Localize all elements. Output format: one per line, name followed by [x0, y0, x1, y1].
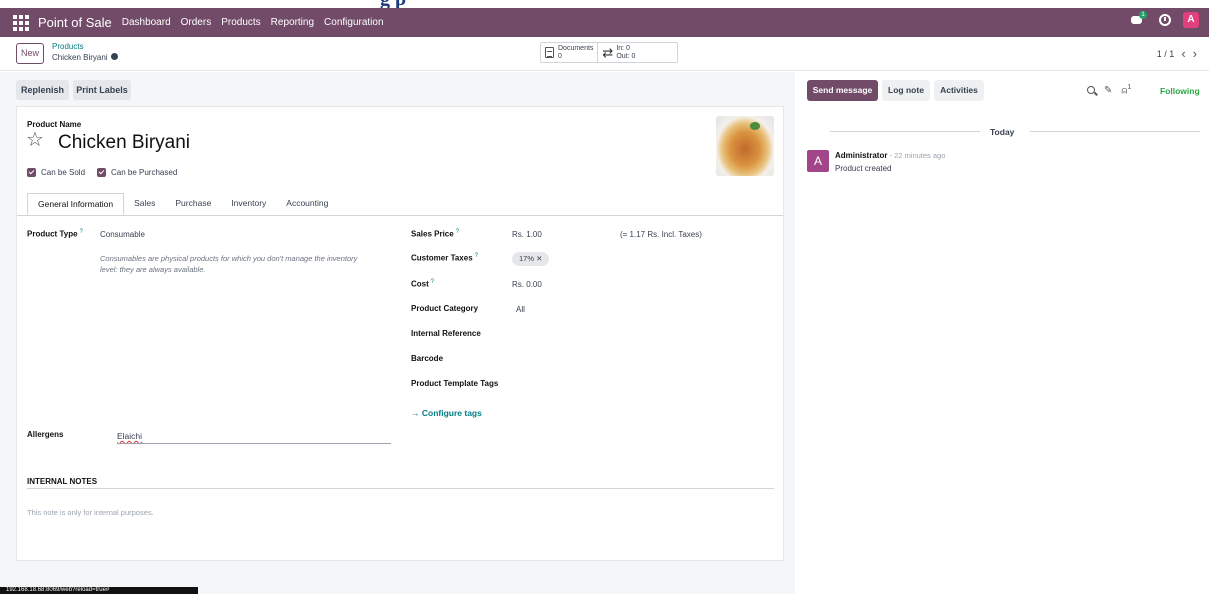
smart-buttons: Documents 0 ⇄ In: 0 Out: 0 — [540, 42, 678, 63]
activities-button[interactable]: Activities — [934, 80, 984, 101]
pager: 1 / 1 ‹ › — [1157, 47, 1197, 60]
print-labels-button[interactable]: Print Labels — [73, 80, 131, 100]
messaging-icon[interactable]: 1 — [1131, 11, 1147, 27]
customer-taxes-label: Customer Taxes? — [411, 253, 478, 263]
allergens-input[interactable]: Elaichi — [117, 431, 142, 441]
new-button[interactable]: New — [16, 43, 44, 64]
cost-input[interactable]: Rs. 0.00 — [512, 280, 542, 289]
tax-tag[interactable]: 17% ✕ — [512, 252, 550, 266]
product-template-tags-label: Product Template Tags — [411, 379, 499, 388]
breadcrumb-products[interactable]: Products — [52, 42, 84, 51]
documents-smart-button[interactable]: Documents 0 — [541, 43, 597, 62]
apps-menu-icon[interactable] — [13, 14, 29, 31]
in-out-smart-button[interactable]: ⇄ In: 0 Out: 0 — [597, 43, 639, 62]
internal-notes-input[interactable]: This note is only for internal purposes. — [27, 508, 154, 517]
allergens-label: Allergens — [27, 430, 64, 439]
product-type-note: Consumables are physical products for wh… — [100, 254, 358, 274]
send-message-button[interactable]: Send message — [807, 80, 878, 101]
can-be-sold-checkbox[interactable]: Can be Sold — [27, 168, 85, 177]
tab-general-information[interactable]: General Information — [27, 193, 125, 215]
help-icon[interactable]: ? — [456, 229, 459, 235]
barcode-label: Barcode — [411, 354, 444, 363]
top-navbar: Point of Sale Dashboard Orders Products … — [0, 8, 1209, 37]
product-type-select[interactable]: Consumable — [100, 230, 145, 239]
breadcrumb-current-label: Chicken Biryani — [52, 53, 108, 62]
activity-clock-icon[interactable] — [1159, 14, 1171, 26]
app-brand[interactable]: Point of Sale — [38, 15, 112, 30]
message-body: Product created — [835, 164, 892, 173]
log-note-button[interactable]: Log note — [882, 80, 930, 101]
checkbox-checked-icon — [27, 168, 36, 177]
replenish-button[interactable]: Replenish — [16, 80, 69, 100]
tab-purchase[interactable]: Purchase — [165, 193, 221, 215]
help-icon[interactable]: ? — [431, 279, 434, 285]
in-count: In: 0 — [616, 44, 630, 52]
product-name-input[interactable]: Chicken Biryani — [58, 132, 190, 154]
pager-value[interactable]: 1 / 1 — [1157, 49, 1175, 59]
out-count: Out: 0 — [616, 52, 636, 60]
tabs-divider — [17, 215, 783, 216]
gear-icon[interactable] — [110, 53, 118, 61]
star-icon[interactable]: ☆ — [26, 130, 44, 150]
control-panel: New Products Chicken Biryani Documents 0… — [0, 37, 1209, 71]
swap-arrows-icon: ⇄ — [602, 45, 614, 60]
followers-icon[interactable]: ⍝1 — [1121, 84, 1131, 96]
documents-count: 0 — [558, 52, 562, 60]
documents-label: Documents — [558, 44, 594, 52]
nav-menu-orders[interactable]: Orders — [181, 17, 212, 28]
nav-menu-products[interactable]: Products — [221, 17, 260, 28]
message-header: Administrator - 22 minutes ago — [835, 151, 945, 160]
internal-reference-label: Internal Reference — [411, 329, 481, 338]
chevron-right-icon[interactable]: › — [1193, 47, 1197, 60]
internal-notes-divider — [27, 488, 774, 489]
sales-price-input[interactable]: Rs. 1.00 — [512, 230, 542, 239]
product-category-select[interactable]: All — [516, 305, 525, 314]
document-icon — [545, 47, 554, 58]
notebook-tabs: General Information Sales Purchase Inven… — [27, 193, 338, 215]
product-category-label: Product Category — [411, 304, 479, 313]
allergens-underline — [117, 443, 391, 444]
messaging-badge: 1 — [1139, 11, 1147, 19]
can-be-purchased-checkbox[interactable]: Can be Purchased — [97, 168, 177, 177]
product-name-label: Product Name — [27, 120, 82, 129]
following-button[interactable]: Following — [1160, 86, 1200, 96]
paperclip-icon[interactable]: ✎ — [1104, 85, 1112, 96]
date-divider-left — [830, 131, 980, 132]
breadcrumb-current: Chicken Biryani — [52, 53, 118, 62]
tab-sales[interactable]: Sales — [124, 193, 165, 215]
tab-accounting[interactable]: Accounting — [276, 193, 338, 215]
nav-menu-configuration[interactable]: Configuration — [324, 17, 383, 28]
configure-tags-link[interactable]: → Configure tags — [411, 408, 482, 418]
nav-menu-dashboard[interactable]: Dashboard — [122, 17, 171, 28]
date-separator: Today — [990, 127, 1015, 137]
product-type-label: Product Type? — [27, 229, 83, 239]
user-avatar[interactable]: A — [1183, 12, 1199, 28]
cut-off-heading: g p — [0, 0, 1209, 8]
chevron-left-icon[interactable]: ‹ — [1181, 47, 1185, 60]
can-be-sold-label: Can be Sold — [41, 168, 86, 177]
chatter-toolbar-icons: ✎ ⍝1 — [1087, 84, 1131, 96]
help-icon[interactable]: ? — [475, 253, 478, 259]
status-bar-url: 192.168.18.68:8069/web?reload=true# — [0, 587, 198, 594]
sales-price-label: Sales Price? — [411, 229, 460, 239]
nav-menu-reporting[interactable]: Reporting — [271, 17, 314, 28]
can-be-purchased-label: Can be Purchased — [111, 168, 178, 177]
date-divider-right — [1030, 131, 1200, 132]
checkbox-checked-icon — [97, 168, 106, 177]
message-author[interactable]: Administrator — [835, 151, 887, 160]
message-time: - 22 minutes ago — [887, 151, 946, 160]
internal-notes-title: INTERNAL NOTES — [27, 477, 98, 486]
sales-price-incl-taxes: (= 1.17 Rs. Incl. Taxes) — [620, 230, 702, 239]
help-icon[interactable]: ? — [80, 229, 83, 235]
search-icon[interactable] — [1087, 86, 1095, 95]
tab-inventory[interactable]: Inventory — [221, 193, 276, 215]
form-sheet: Product Name ☆ Chicken Biryani Can be So… — [16, 106, 784, 561]
product-image[interactable] — [716, 116, 774, 176]
message-author-avatar[interactable]: A — [807, 150, 829, 172]
cost-label: Cost? — [411, 279, 435, 289]
